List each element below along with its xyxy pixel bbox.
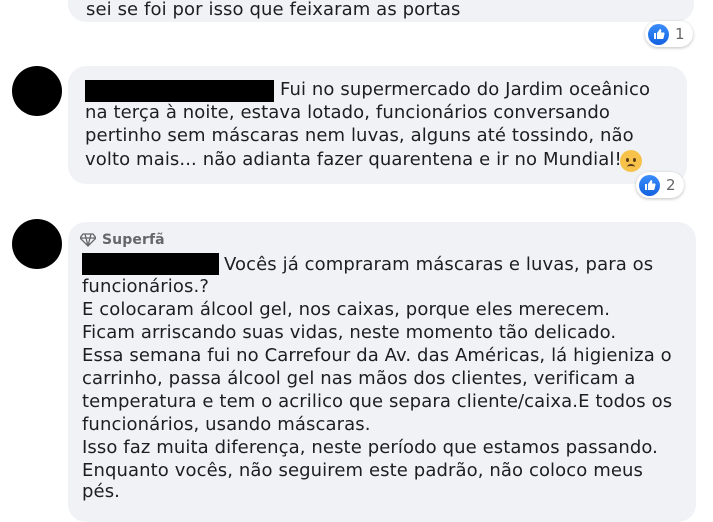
comment-text: carrinho, passa álcool gel nas mãos dos …: [82, 368, 636, 389]
avatar[interactable]: [12, 66, 62, 116]
reaction-count-1[interactable]: 1: [645, 21, 693, 47]
comment-text: pés.: [82, 481, 120, 502]
comment-text: Isso faz muita diferença, neste período …: [82, 437, 658, 458]
comment-text: pertinho sem máscaras nem luvas, alguns …: [85, 125, 634, 146]
comment-text: volto mais... não adianta fazer quarente…: [85, 149, 622, 170]
redacted-name[interactable]: [82, 253, 219, 275]
comment-text: funcionários.?: [82, 276, 209, 297]
comment-text: temperatura e tem o acrilico que separa …: [82, 391, 673, 412]
reaction-count-2[interactable]: 2: [636, 172, 684, 198]
frowning-face-emoji: [620, 150, 642, 172]
comment-bubble-2: Fui no supermercado do Jardim oceânico n…: [68, 66, 687, 184]
comment-text: na terça à noite, estava lotado, funcion…: [85, 102, 611, 123]
reaction-count-text: 1: [675, 25, 685, 43]
comment-bubble-1: sei se foi por isso que feixaram as port…: [68, 0, 694, 22]
comment-text: Essa semana fui no Carrefour da Av. das …: [82, 345, 672, 366]
comment-text: Enquanto vocês, não seguirem este padrão…: [82, 460, 643, 481]
comment-text: Vocês já compraram máscaras e luvas, par…: [224, 254, 654, 275]
avatar[interactable]: [12, 219, 62, 269]
comment-text: Fui no supermercado do Jardim oceânico: [280, 79, 651, 100]
redacted-name[interactable]: [85, 80, 274, 102]
comment-text: Ficam arriscando suas vidas, neste momen…: [82, 322, 617, 343]
diamond-icon: [80, 233, 96, 247]
thumbs-up-icon: [648, 23, 669, 45]
comment-text: sei se foi por isso que feixaram as port…: [86, 0, 461, 20]
comment-text: funcionários, usando máscaras.: [82, 414, 371, 435]
comment-bubble-3: Superfã Vocês já compraram máscaras e lu…: [68, 222, 696, 522]
reaction-count-text: 2: [666, 176, 676, 194]
comment-text: E colocaram álcool gel, nos caixas, porq…: [82, 299, 611, 320]
badge-label: Superfã: [102, 232, 165, 248]
thumbs-up-icon: [639, 174, 660, 196]
superfan-badge[interactable]: Superfã: [80, 228, 165, 252]
